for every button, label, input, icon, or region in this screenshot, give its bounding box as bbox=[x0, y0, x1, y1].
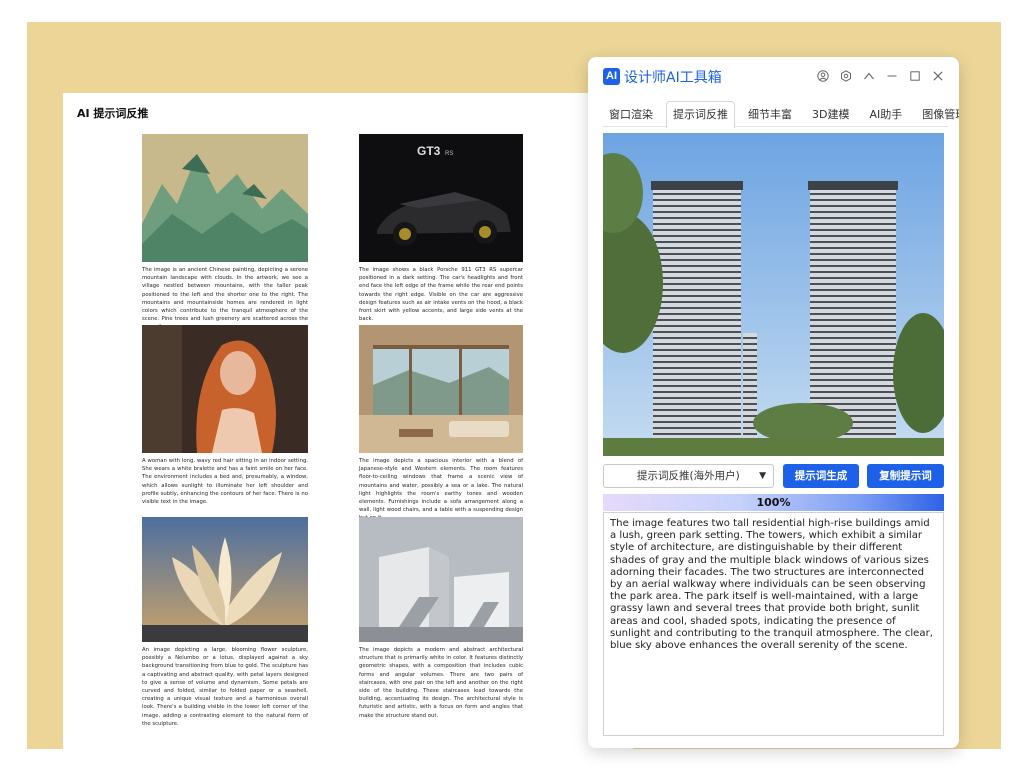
doc-card-painting: The image is an ancient Chinese painting… bbox=[142, 134, 308, 332]
maximize-icon[interactable] bbox=[908, 67, 922, 85]
close-icon[interactable] bbox=[931, 67, 945, 85]
app-logo: AI bbox=[603, 68, 620, 85]
interior-thumbnail bbox=[359, 325, 523, 453]
architecture-thumbnail bbox=[359, 517, 523, 642]
document-title: AI 提示词反推 bbox=[77, 107, 149, 120]
doc-card-portrait: A woman with long, wavy red hair sitting… bbox=[142, 325, 308, 506]
porsche-description: The image shows a black Porsche 911 GT3 … bbox=[359, 267, 523, 323]
collapse-icon[interactable] bbox=[862, 67, 876, 85]
preview-image bbox=[603, 133, 944, 456]
tab-3d-modeling[interactable]: 3D建模 bbox=[805, 101, 856, 127]
doc-card-interior: The image depicts a spacious interior wi… bbox=[359, 325, 523, 523]
doc-card-architecture: The image depicts a modern and abstract … bbox=[359, 517, 523, 720]
mode-select[interactable]: 提示词反推(海外用户) ▼ bbox=[603, 464, 774, 488]
ai-toolbox-window: AI 设计师AI工具箱 窗口渲染 提示词反推 细节丰富 3D建模 AI助手 图像… bbox=[588, 57, 959, 748]
window-title: 设计师AI工具箱 bbox=[624, 70, 722, 86]
painting-description: The image is an ancient Chinese painting… bbox=[142, 267, 308, 330]
result-document: AI 提示词反推 The image is an ancient Chinese… bbox=[63, 93, 633, 769]
window-controls bbox=[816, 67, 945, 85]
minimize-icon[interactable] bbox=[885, 67, 899, 85]
screenshot-stage: AI 提示词反推 The image is an ancient Chinese… bbox=[0, 0, 1024, 769]
doc-card-porsche: GT3 RS The image shows a black Porsche 9… bbox=[359, 134, 523, 323]
tab-image-manager[interactable]: 图像管理 bbox=[915, 101, 959, 127]
doc-card-sculpture: An image depicting a large, blooming flo… bbox=[142, 517, 308, 728]
interior-description: The image depicts a spacious interior wi… bbox=[359, 458, 523, 521]
tab-bar: 窗口渲染 提示词反推 细节丰富 3D建模 AI助手 图像管理 bbox=[602, 101, 959, 128]
tab-window-render[interactable]: 窗口渲染 bbox=[602, 101, 660, 127]
sculpture-thumbnail bbox=[142, 517, 308, 642]
user-icon[interactable] bbox=[816, 67, 830, 85]
svg-text:GT3: GT3 bbox=[417, 144, 441, 158]
svg-text:RS: RS bbox=[445, 151, 453, 157]
tab-ai-assistant[interactable]: AI助手 bbox=[862, 101, 909, 127]
progress-label: 100% bbox=[756, 496, 791, 509]
mode-select-value: 提示词反推(海外用户) bbox=[637, 470, 740, 482]
settings-icon[interactable] bbox=[839, 67, 853, 85]
portrait-description: A woman with long, wavy red hair sitting… bbox=[142, 458, 308, 506]
copy-prompt-button[interactable]: 复制提示词 bbox=[867, 464, 944, 488]
sculpture-description: An image depicting a large, blooming flo… bbox=[142, 647, 308, 727]
tab-prompt-reverse[interactable]: 提示词反推 bbox=[666, 101, 735, 128]
window-titlebar[interactable]: AI 设计师AI工具箱 bbox=[588, 57, 959, 97]
progress-bar: 100% bbox=[603, 494, 944, 511]
dropdown-arrow-icon: ▼ bbox=[759, 471, 766, 481]
tab-detail-enrich[interactable]: 细节丰富 bbox=[741, 101, 799, 127]
architecture-description: The image depicts a modern and abstract … bbox=[359, 647, 523, 719]
prompt-output[interactable]: The image features two tall residential … bbox=[603, 512, 944, 736]
generate-prompt-button[interactable]: 提示词生成 bbox=[783, 464, 859, 488]
action-controls: 提示词反推(海外用户) ▼ 提示词生成 复制提示词 bbox=[603, 464, 944, 488]
portrait-thumbnail bbox=[142, 325, 308, 453]
painting-thumbnail bbox=[142, 134, 308, 262]
porsche-thumbnail: GT3 RS bbox=[359, 134, 523, 262]
